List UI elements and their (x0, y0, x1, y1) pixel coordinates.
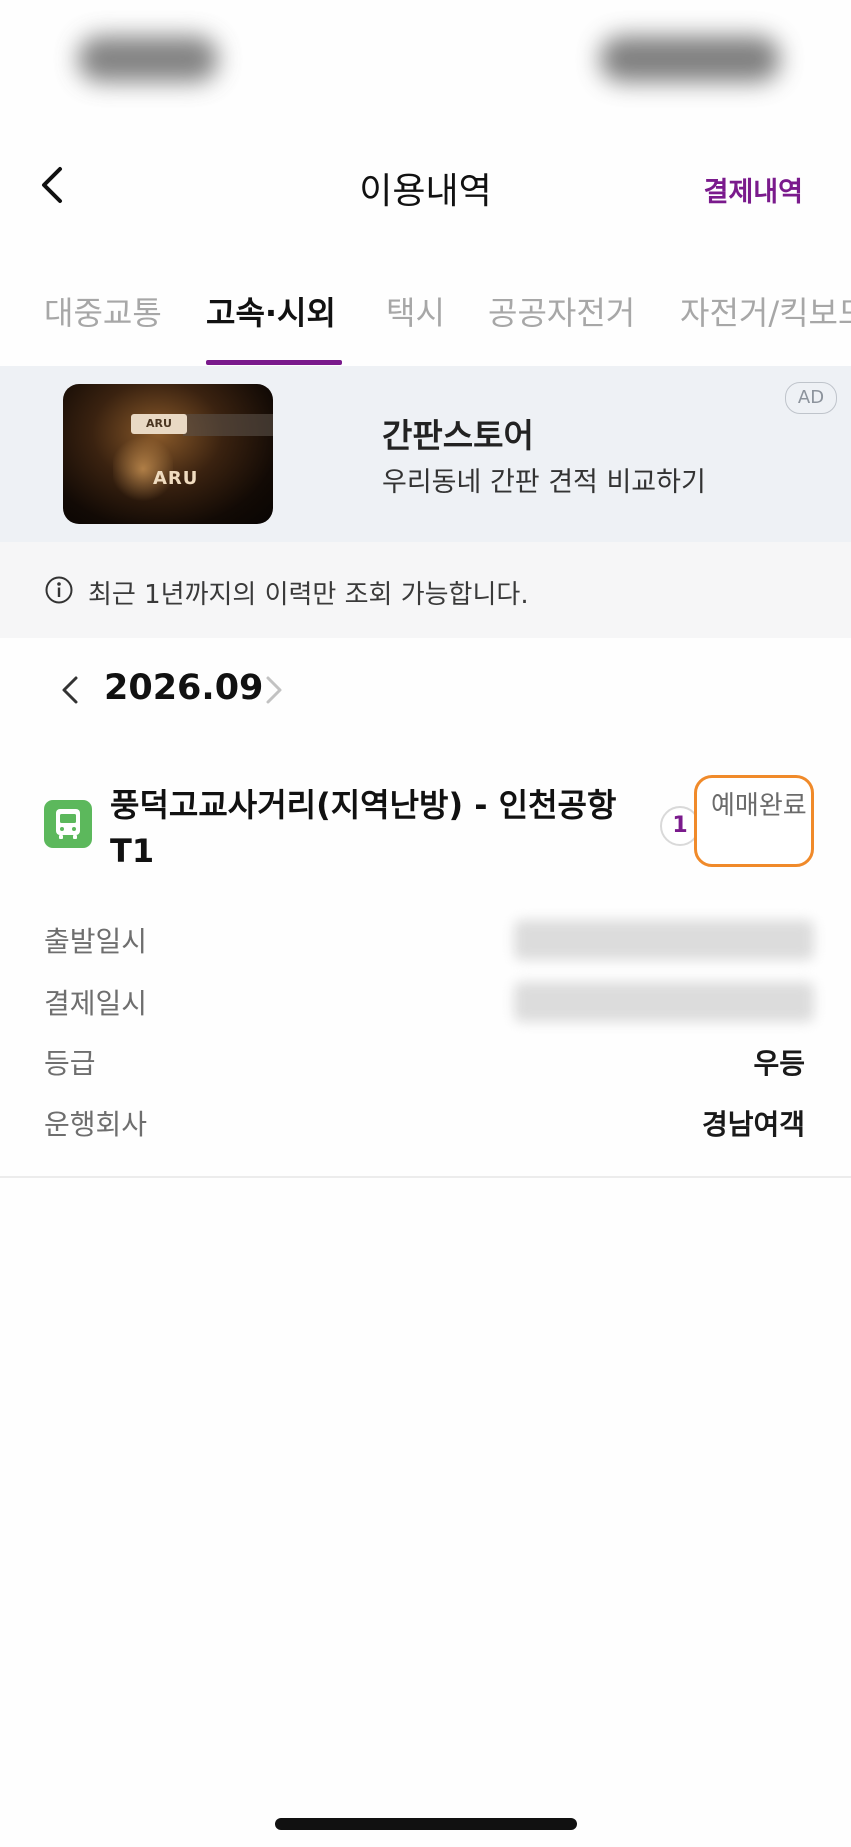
tab-public-bike[interactable]: 공공자전거 (488, 288, 635, 334)
ad-image-sign-large: ARU (153, 468, 199, 489)
ad-title: 간판스토어 (382, 416, 534, 455)
detail-label: 등급 (44, 1047, 96, 1080)
detail-row-operator: 운행회사 경남여객 (0, 1097, 851, 1147)
ad-subtitle: 우리동네 간판 견적 비교하기 (382, 467, 706, 498)
home-indicator (275, 1818, 577, 1830)
header: 이용내역 결제내역 (0, 140, 851, 240)
previous-month-button[interactable] (56, 674, 86, 706)
notice-text: 최근 1년까지의 이력만 조회 가능합니다. (88, 580, 529, 610)
detail-value: 경남여객 (701, 1108, 805, 1141)
tab-public-transit[interactable]: 대중교통 (44, 288, 162, 334)
tab-bike-kickboard[interactable]: 자전거/킥보드 (680, 288, 851, 334)
ad-image-sign-small: ARU (131, 414, 187, 434)
usage-history-screen: 이용내역 결제내역 대중교통 고속·시외 택시 공공자전거 자전거/킥보드 AR… (0, 0, 851, 1847)
detail-row-grade: 등급 우등 (0, 1036, 851, 1086)
detail-row-payment: 결제일시 (0, 976, 851, 1026)
payment-history-link[interactable]: 결제내역 (704, 170, 803, 209)
reservation-status: 예매완료 (694, 775, 814, 867)
detail-row-departure: 출발일시 (0, 914, 851, 964)
info-icon (45, 576, 73, 604)
detail-label: 결제일시 (44, 987, 148, 1020)
payment-value-blurred (514, 982, 814, 1022)
next-month-button[interactable] (258, 674, 288, 706)
tab-express-intercity[interactable]: 고속·시외 (206, 288, 336, 334)
status-icons-blurred (600, 36, 780, 82)
ad-image: ARU ARU (63, 384, 273, 524)
detail-value: 우등 (753, 1047, 805, 1080)
route-name: 풍덕고교사거리(지역난방) - 인천공항 T1 (110, 786, 617, 870)
tab-taxi[interactable]: 택시 (386, 288, 445, 334)
ad-banner[interactable]: ARU ARU 간판스토어 우리동네 간판 견적 비교하기 AD (0, 366, 851, 542)
status-bar (0, 0, 851, 120)
month-navigation: 2026.09 (0, 660, 851, 720)
ad-image-panel (183, 414, 273, 436)
ad-badge: AD (785, 382, 837, 414)
month-label: 2026.09 (104, 668, 264, 708)
trip-history-item[interactable]: 풍덕고교사거리(지역난방) - 인천공항 T1 1 예매완료 출발일시 결제일시… (0, 770, 851, 1178)
bus-icon (44, 800, 92, 848)
detail-label: 출발일시 (44, 925, 148, 958)
detail-label: 운행회사 (44, 1108, 148, 1141)
active-tab-indicator (206, 360, 342, 365)
notice-bar: 최근 1년까지의 이력만 조회 가능합니다. (0, 542, 851, 638)
category-tabs: 대중교통 고속·시외 택시 공공자전거 자전거/킥보드 (0, 270, 851, 366)
status-time-blurred (78, 36, 218, 82)
departure-value-blurred (514, 920, 814, 960)
